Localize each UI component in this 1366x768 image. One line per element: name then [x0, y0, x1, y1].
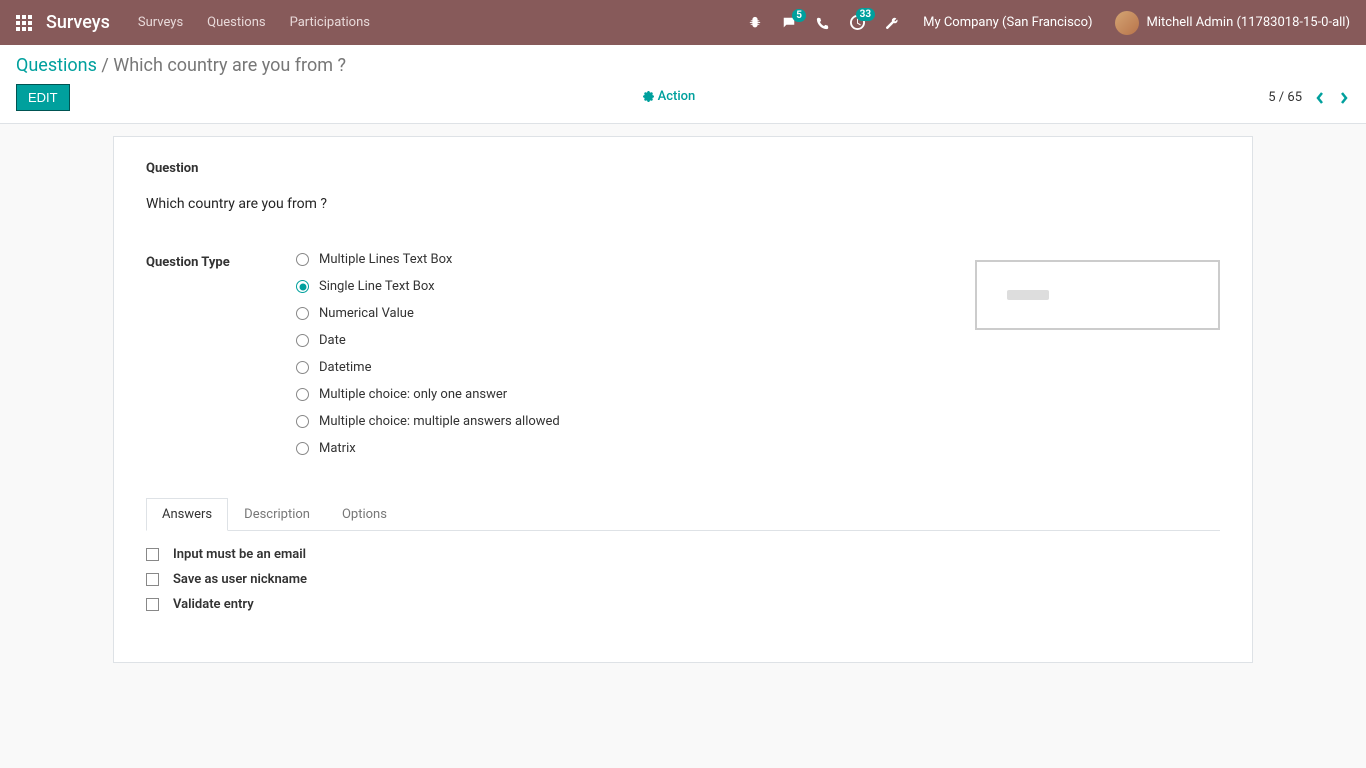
user-avatar-icon	[1115, 11, 1139, 35]
check-save-as-user-nickname[interactable]: Save as user nickname	[146, 572, 1220, 587]
question-type-options: Multiple Lines Text Box Single Line Text …	[296, 252, 935, 468]
app-brand[interactable]: Surveys	[46, 12, 110, 33]
tab-description[interactable]: Description	[228, 498, 326, 531]
gear-icon	[643, 91, 654, 102]
action-dropdown[interactable]: Action	[643, 89, 696, 104]
nav-questions[interactable]: Questions	[207, 15, 265, 30]
preview-box	[975, 260, 1220, 330]
tools-icon[interactable]	[885, 16, 899, 30]
radio-label: Numerical Value	[319, 306, 414, 321]
radio-label: Multiple Lines Text Box	[319, 252, 452, 267]
radio-icon	[296, 334, 309, 347]
radio-label: Matrix	[319, 441, 356, 456]
check-label: Save as user nickname	[173, 572, 307, 587]
radio-multiple-lines-text-box[interactable]: Multiple Lines Text Box	[296, 252, 935, 267]
action-label: Action	[658, 89, 696, 104]
activities-icon[interactable]: 33	[850, 15, 865, 30]
user-menu[interactable]: Mitchell Admin (11783018-15-0-all)	[1115, 11, 1350, 35]
pager-next-icon[interactable]	[1338, 88, 1350, 108]
user-name: Mitchell Admin (11783018-15-0-all)	[1147, 15, 1350, 30]
breadcrumb: Questions / Which country are you from ?	[16, 55, 1350, 76]
nav-surveys[interactable]: Surveys	[138, 15, 183, 30]
radio-label: Datetime	[319, 360, 371, 375]
edit-button[interactable]: EDIT	[16, 84, 70, 111]
radio-numerical-value[interactable]: Numerical Value	[296, 306, 935, 321]
breadcrumb-current: Which country are you from ?	[113, 55, 346, 76]
question-type-label: Question Type	[146, 252, 296, 270]
nav-participations[interactable]: Participations	[290, 15, 370, 30]
check-label: Validate entry	[173, 597, 254, 612]
radio-icon	[296, 280, 309, 293]
tab-options[interactable]: Options	[326, 498, 403, 531]
messages-icon[interactable]: 5	[782, 16, 796, 30]
form-sheet: Question Which country are you from ? Qu…	[113, 136, 1253, 663]
radio-icon	[296, 361, 309, 374]
check-input-must-be-an-email[interactable]: Input must be an email	[146, 547, 1220, 562]
pager-text[interactable]: 5 / 65	[1268, 90, 1302, 105]
activities-badge: 33	[856, 8, 875, 21]
top-navbar: Surveys Surveys Questions Participations…	[0, 0, 1366, 45]
tabs: AnswersDescriptionOptions	[146, 498, 1220, 531]
breadcrumb-parent[interactable]: Questions	[16, 55, 97, 76]
pager: 5 / 65	[1268, 88, 1350, 108]
breadcrumb-bar: Questions / Which country are you from ?	[0, 45, 1366, 76]
radio-date[interactable]: Date	[296, 333, 935, 348]
radio-icon	[296, 307, 309, 320]
phone-icon[interactable]	[816, 16, 830, 30]
pager-prev-icon[interactable]	[1314, 88, 1326, 108]
tab-answers[interactable]: Answers	[146, 498, 228, 531]
radio-multiple-choice-only-one-answer[interactable]: Multiple choice: only one answer	[296, 387, 935, 402]
radio-label: Single Line Text Box	[319, 279, 435, 294]
checkbox-icon	[146, 573, 159, 586]
control-bar: EDIT Action 5 / 65	[0, 76, 1366, 124]
radio-icon	[296, 388, 309, 401]
debug-icon[interactable]	[748, 16, 762, 30]
preview-placeholder-bar	[1007, 290, 1049, 300]
check-label: Input must be an email	[173, 547, 306, 562]
checkbox-icon	[146, 548, 159, 561]
radio-label: Date	[319, 333, 346, 348]
radio-label: Multiple choice: multiple answers allowe…	[319, 414, 560, 429]
breadcrumb-sep: /	[97, 55, 113, 76]
radio-single-line-text-box[interactable]: Single Line Text Box	[296, 279, 935, 294]
tab-content-answers: Input must be an email Save as user nickn…	[146, 531, 1220, 612]
radio-multiple-choice-multiple-answers-allowed[interactable]: Multiple choice: multiple answers allowe…	[296, 414, 935, 429]
question-section-label: Question	[146, 161, 1220, 176]
radio-icon	[296, 253, 309, 266]
messages-badge: 5	[792, 9, 806, 22]
apps-icon[interactable]	[16, 15, 32, 31]
check-validate-entry[interactable]: Validate entry	[146, 597, 1220, 612]
radio-matrix[interactable]: Matrix	[296, 441, 935, 456]
radio-datetime[interactable]: Datetime	[296, 360, 935, 375]
company-selector[interactable]: My Company (San Francisco)	[923, 15, 1092, 30]
radio-label: Multiple choice: only one answer	[319, 387, 507, 402]
checkbox-icon	[146, 598, 159, 611]
radio-icon	[296, 415, 309, 428]
question-text: Which country are you from ?	[146, 196, 1220, 212]
radio-icon	[296, 442, 309, 455]
